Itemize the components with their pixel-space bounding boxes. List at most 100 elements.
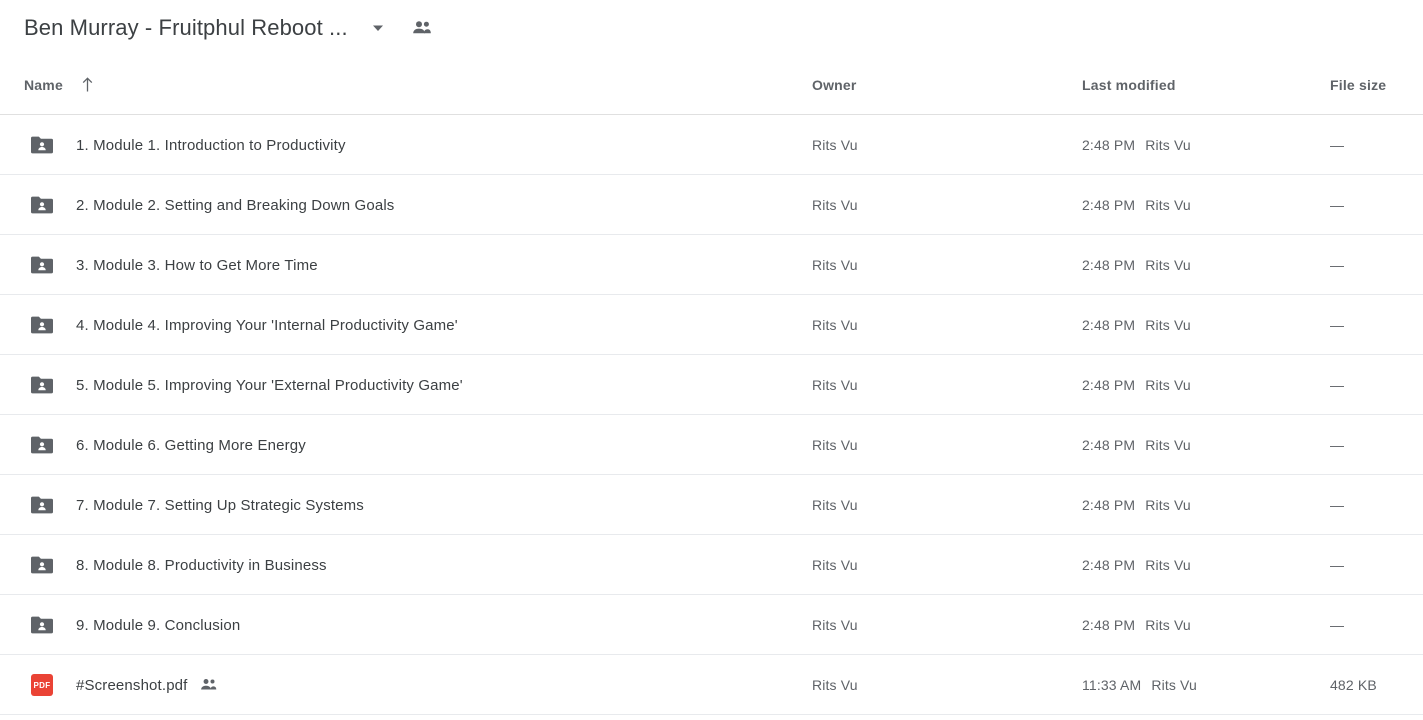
arrow-up-icon[interactable] [81,77,94,93]
owner-cell: Rits Vu [812,115,858,175]
file-size-label: — [1330,557,1345,573]
owner-label: Rits Vu [812,197,858,213]
table-row[interactable]: 8. Module 8. Productivity in Business Rit… [0,535,1423,595]
shared-folder-icon [28,115,56,175]
last-modified-by: Rits Vu [1145,197,1191,213]
file-size-cell: — [1330,235,1344,295]
shared-folder-icon [28,595,56,655]
file-list: 1. Module 1. Introduction to Productivit… [0,115,1423,715]
last-modified-by: Rits Vu [1151,677,1197,693]
column-header-last-modified-label: Last modified [1082,77,1176,93]
file-name-label: 2. Module 2. Setting and Breaking Down G… [76,196,395,214]
last-modified-time: 2:48 PM [1082,497,1136,513]
column-header-name[interactable]: Name [24,55,94,115]
last-modified-time: 11:33 AM [1082,677,1142,693]
table-row[interactable]: 7. Module 7. Setting Up Strategic System… [0,475,1423,535]
shared-folder-icon [28,415,56,475]
last-modified-cell: 11:33 AM Rits Vu [1082,655,1197,715]
file-size-label: — [1330,197,1345,213]
column-header-name-label: Name [24,77,63,93]
file-name-label: 8. Module 8. Productivity in Business [76,556,327,574]
last-modified-time: 2:48 PM [1082,377,1136,393]
file-name-cell[interactable]: 8. Module 8. Productivity in Business [76,535,327,595]
file-name-cell[interactable]: 7. Module 7. Setting Up Strategic System… [76,475,364,535]
owner-label: Rits Vu [812,677,858,693]
file-name-label: 6. Module 6. Getting More Energy [76,436,306,454]
file-name-cell[interactable]: 2. Module 2. Setting and Breaking Down G… [76,175,394,235]
column-header-file-size[interactable]: File size [1330,55,1386,115]
table-row[interactable]: PDF #Screenshot.pdf Rits Vu 11:33 AM Rits Vu… [0,655,1423,715]
file-size-cell: — [1330,295,1344,355]
table-row[interactable]: 4. Module 4. Improving Your 'Internal Pr… [0,295,1423,355]
chevron-down-icon[interactable] [366,16,390,40]
last-modified-by: Rits Vu [1145,257,1191,273]
file-list-header: Name Owner Last modified File size [0,55,1423,115]
last-modified-time: 2:48 PM [1082,317,1136,333]
owner-label: Rits Vu [812,437,858,453]
shared-folder-icon [28,355,56,415]
file-name-cell[interactable]: 5. Module 5. Improving Your 'External Pr… [76,355,463,415]
last-modified-cell: 2:48 PM Rits Vu [1082,115,1191,175]
table-row[interactable]: 5. Module 5. Improving Your 'External Pr… [0,355,1423,415]
file-name-label: 4. Module 4. Improving Your 'Internal Pr… [76,316,458,334]
last-modified-time: 2:48 PM [1082,617,1136,633]
owner-label: Rits Vu [812,317,858,333]
file-size-cell: — [1330,175,1344,235]
owner-cell: Rits Vu [812,415,858,475]
last-modified-time: 2:48 PM [1082,197,1136,213]
file-size-cell: — [1330,535,1344,595]
table-row[interactable]: 6. Module 6. Getting More Energy Rits Vu 2… [0,415,1423,475]
column-header-file-size-label: File size [1330,77,1387,93]
file-size-label: — [1330,137,1345,153]
file-size-label: — [1330,317,1345,333]
pdf-file-icon: PDF [28,655,56,715]
column-header-owner[interactable]: Owner [812,55,857,115]
table-row[interactable]: 2. Module 2. Setting and Breaking Down G… [0,175,1423,235]
table-row[interactable]: 3. Module 3. How to Get More Time Rits Vu… [0,235,1423,295]
people-shared-icon[interactable] [410,16,434,40]
file-name-label: 5. Module 5. Improving Your 'External Pr… [76,376,463,394]
owner-cell: Rits Vu [812,655,858,715]
file-name-label: 9. Module 9. Conclusion [76,616,241,634]
owner-cell: Rits Vu [812,175,858,235]
file-size-label: — [1330,257,1345,273]
window-titlebar: Ben Murray - Fruitphul Reboot ... [0,0,1423,55]
owner-label: Rits Vu [812,257,858,273]
last-modified-by: Rits Vu [1145,557,1191,573]
file-size-cell: — [1330,475,1344,535]
shared-folder-icon [28,295,56,355]
people-shared-icon [200,678,218,692]
file-name-cell[interactable]: #Screenshot.pdf [76,655,218,715]
owner-label: Rits Vu [812,137,858,153]
file-name-cell[interactable]: 1. Module 1. Introduction to Productivit… [76,115,346,175]
page-title: Ben Murray - Fruitphul Reboot ... [24,14,348,40]
last-modified-by: Rits Vu [1145,317,1191,333]
file-name-label: 3. Module 3. How to Get More Time [76,256,318,274]
file-name-cell[interactable]: 9. Module 9. Conclusion [76,595,240,655]
last-modified-time: 2:48 PM [1082,437,1136,453]
last-modified-cell: 2:48 PM Rits Vu [1082,235,1191,295]
file-size-cell: 482 KB [1330,655,1377,715]
last-modified-cell: 2:48 PM Rits Vu [1082,295,1191,355]
file-name-label: 7. Module 7. Setting Up Strategic System… [76,496,364,514]
table-row[interactable]: 1. Module 1. Introduction to Productivit… [0,115,1423,175]
file-size-label: — [1330,377,1345,393]
last-modified-cell: 2:48 PM Rits Vu [1082,355,1191,415]
table-row[interactable]: 9. Module 9. Conclusion Rits Vu 2:48 PM Rit… [0,595,1423,655]
last-modified-cell: 2:48 PM Rits Vu [1082,475,1191,535]
owner-label: Rits Vu [812,377,858,393]
shared-folder-icon [28,535,56,595]
file-name-cell[interactable]: 6. Module 6. Getting More Energy [76,415,306,475]
file-name-cell[interactable]: 3. Module 3. How to Get More Time [76,235,318,295]
shared-folder-icon [28,235,56,295]
file-name-cell[interactable]: 4. Module 4. Improving Your 'Internal Pr… [76,295,458,355]
file-size-label: — [1330,437,1345,453]
file-size-cell: — [1330,355,1344,415]
last-modified-time: 2:48 PM [1082,257,1136,273]
last-modified-by: Rits Vu [1145,617,1191,633]
owner-label: Rits Vu [812,497,858,513]
file-size-label: — [1330,617,1345,633]
last-modified-cell: 2:48 PM Rits Vu [1082,175,1191,235]
column-header-last-modified[interactable]: Last modified [1082,55,1176,115]
owner-label: Rits Vu [812,557,858,573]
